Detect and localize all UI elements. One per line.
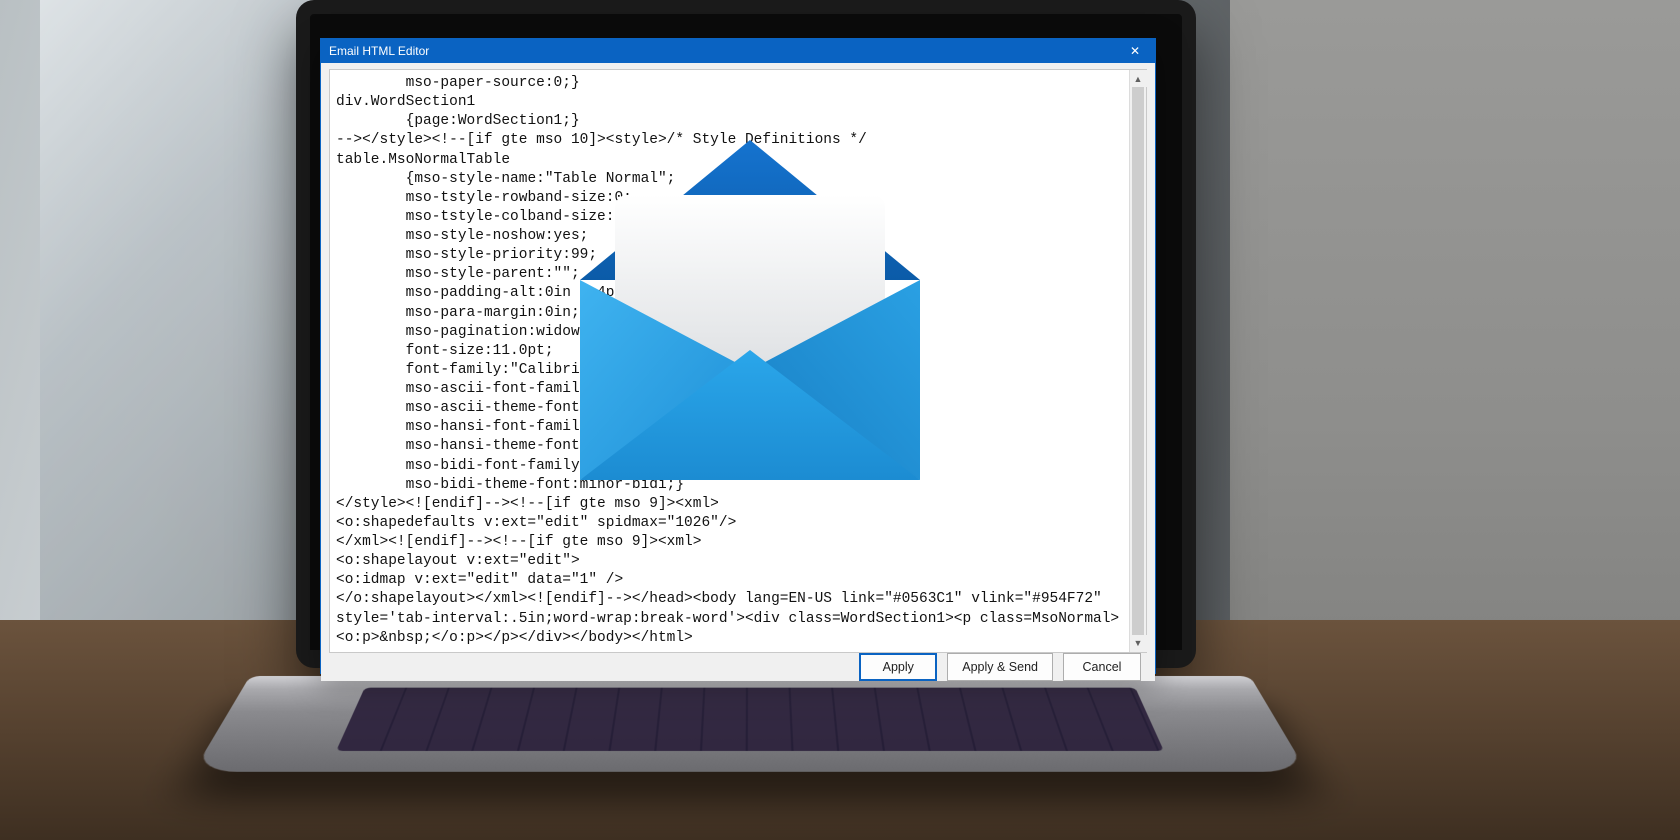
close-button[interactable]: ✕ — [1115, 39, 1155, 63]
window-title: Email HTML Editor — [329, 44, 429, 58]
chevron-down-icon: ▼ — [1134, 638, 1143, 648]
laptop-keyboard — [336, 688, 1164, 751]
scroll-down-button[interactable]: ▼ — [1130, 635, 1147, 652]
cancel-button[interactable]: Cancel — [1063, 653, 1141, 681]
scroll-track[interactable] — [1130, 87, 1146, 635]
scroll-thumb[interactable] — [1132, 87, 1144, 635]
cancel-button-label: Cancel — [1083, 660, 1122, 674]
dialog-button-row: Apply Apply & Send Cancel — [321, 653, 1155, 681]
photo-window-frame — [40, 0, 340, 640]
apply-button-label: Apply — [883, 660, 914, 674]
email-html-editor-window: Email HTML Editor ✕ mso-paper-source:0;}… — [320, 38, 1156, 674]
editor-container: mso-paper-source:0;} div.WordSection1 {p… — [329, 69, 1147, 653]
html-source-textarea[interactable]: mso-paper-source:0;} div.WordSection1 {p… — [330, 70, 1129, 652]
apply-button[interactable]: Apply — [859, 653, 937, 681]
apply-and-send-button[interactable]: Apply & Send — [947, 653, 1053, 681]
scroll-up-button[interactable]: ▲ — [1130, 70, 1147, 87]
close-icon: ✕ — [1130, 44, 1140, 58]
laptop-base — [193, 676, 1307, 772]
scene-background: Email HTML Editor ✕ mso-paper-source:0;}… — [0, 0, 1680, 840]
titlebar[interactable]: Email HTML Editor ✕ — [321, 39, 1155, 63]
chevron-up-icon: ▲ — [1134, 74, 1143, 84]
vertical-scrollbar[interactable]: ▲ ▼ — [1129, 70, 1146, 652]
apply-and-send-button-label: Apply & Send — [962, 660, 1038, 674]
